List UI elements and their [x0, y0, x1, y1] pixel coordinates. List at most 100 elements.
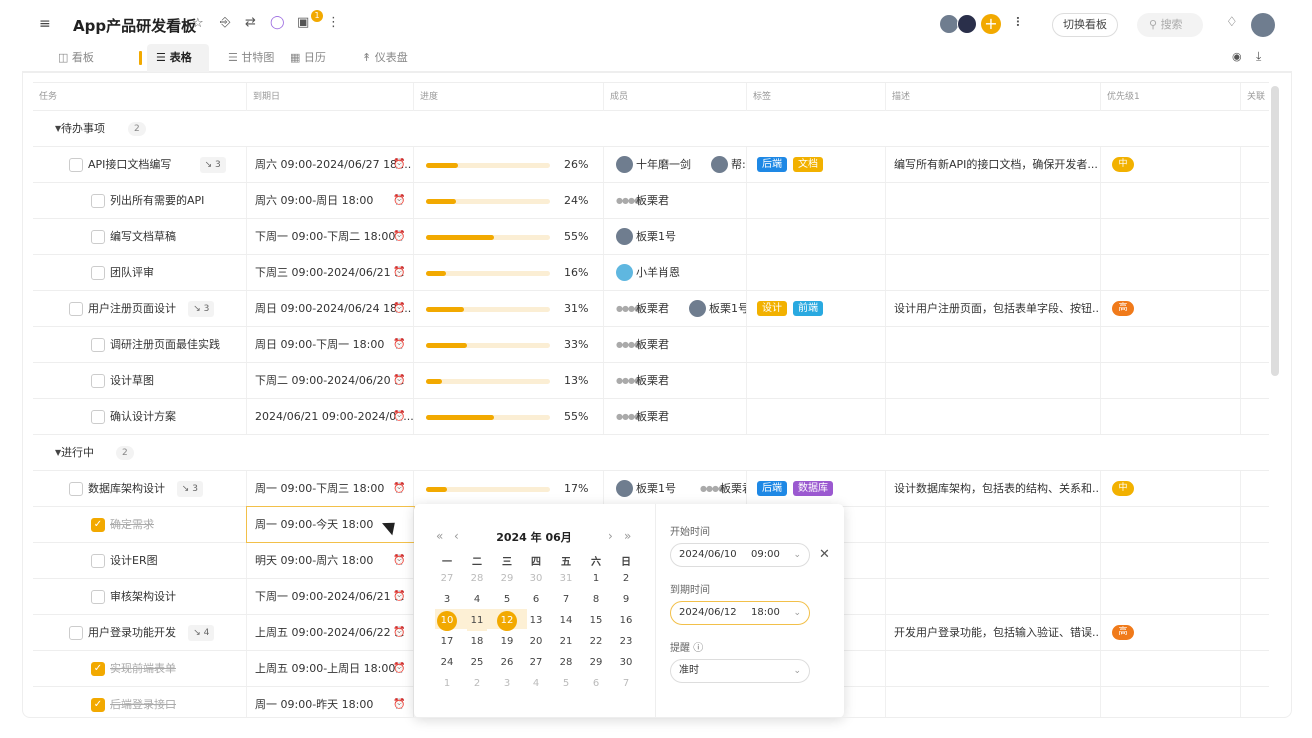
table-cell[interactable]: 周一 09:00-下周三 18:00 ⏰ [247, 471, 414, 506]
table-row[interactable]: 确认设计方案 2024/06/21 09:00-2024/06... ⏰ 55% ●●●… [33, 399, 1269, 435]
table-cell[interactable]: 33% [414, 327, 604, 362]
task-checkbox[interactable] [91, 194, 105, 208]
calendar-day[interactable]: 16 [616, 611, 636, 631]
task-name[interactable]: 列出所有需要的API [110, 183, 204, 218]
tab-gantt[interactable]: ☰ 甘特图 [228, 49, 274, 65]
calendar-day[interactable]: 23 [616, 632, 636, 652]
calendar-day[interactable]: 3 [437, 590, 457, 610]
reminder-select[interactable]: 准时 ⌄ [670, 659, 810, 683]
table-cell[interactable]: 审核架构设计 [33, 579, 247, 614]
table-row[interactable]: API接口文档编写 ↘ 3 周六 09:00-2024/06/27 18:... ⏰ 2… [33, 147, 1269, 183]
table-cell[interactable]: 2024/06/21 09:00-2024/06... ⏰ [247, 399, 414, 434]
task-name[interactable]: 实现前端表单 [110, 651, 176, 686]
table-cell[interactable]: 设计草图 [33, 363, 247, 398]
subtask-count[interactable]: ↘ 3 [176, 481, 203, 497]
table-cell[interactable] [1241, 399, 1269, 434]
table-cell[interactable]: 周一 09:00-昨天 18:00 ⏰ [247, 687, 414, 718]
table-cell[interactable]: 下周三 09:00-2024/06/21 ... ⏰ [247, 255, 414, 290]
description-text[interactable]: 编写所有新API的接口文档，确保开发者... [894, 158, 1098, 171]
search-input[interactable]: ⚲ 搜索 [1137, 13, 1203, 37]
table-cell[interactable]: 高 [1101, 615, 1241, 650]
calendar-day[interactable]: 4 [467, 590, 487, 610]
tab-kanban[interactable]: ◫ 看板 [58, 49, 94, 65]
calendar-day[interactable]: 20 [526, 632, 546, 652]
table-cell[interactable] [1241, 615, 1269, 650]
priority-badge[interactable]: 中 [1112, 481, 1134, 496]
calendar-day[interactable]: 12 [497, 611, 517, 631]
table-cell[interactable] [747, 399, 886, 434]
task-checkbox[interactable]: ✓ [91, 518, 105, 532]
next-year-icon[interactable]: » [624, 529, 631, 543]
calendar-day[interactable]: 30 [616, 653, 636, 673]
shirt-icon[interactable]: ◯ [270, 15, 285, 30]
task-name[interactable]: 确定需求 [110, 507, 154, 542]
table-cell[interactable]: 上周五 09:00-2024/06/22 ... ⏰ [247, 615, 414, 650]
avatar[interactable] [957, 14, 977, 34]
due-date-text[interactable]: 周一 09:00-今天 18:00 [255, 518, 373, 531]
calendar-day[interactable]: 17 [437, 632, 457, 652]
table-row[interactable]: 用户注册页面设计 ↘ 3 周日 09:00-2024/06/24 18:... ⏰ 31… [33, 291, 1269, 327]
task-checkbox[interactable]: ✓ [91, 698, 105, 712]
task-name[interactable]: 调研注册页面最佳实践 [110, 327, 220, 362]
table-cell[interactable]: 数据库架构设计 ↘ 3 [33, 471, 247, 506]
table-cell[interactable] [886, 255, 1101, 290]
task-checkbox[interactable] [69, 302, 83, 316]
table-cell[interactable] [1101, 399, 1241, 434]
table-cell[interactable] [1241, 543, 1269, 578]
switch-board-button[interactable]: 切换看板 [1052, 13, 1118, 37]
calendar-day[interactable]: 27 [526, 653, 546, 673]
table-cell[interactable] [886, 507, 1101, 542]
table-cell[interactable] [886, 363, 1101, 398]
due-date-text[interactable]: 下周二 09:00-2024/06/20 ... [255, 374, 405, 387]
subtask-count[interactable]: ↘ 4 [188, 625, 215, 641]
task-checkbox[interactable] [91, 410, 105, 424]
col-tags[interactable]: 标签 [747, 83, 886, 111]
task-name[interactable]: 设计草图 [110, 363, 154, 398]
col-desc[interactable]: 描述 [886, 83, 1101, 111]
table-cell[interactable]: ✓ 确定需求 [33, 507, 247, 542]
table-cell[interactable]: 下周二 09:00-2024/06/20 ... ⏰ [247, 363, 414, 398]
table-cell[interactable]: 设计用户注册页面，包括表单字段、按钮... [886, 291, 1101, 326]
table-row[interactable]: 编写文档草稿 下周一 09:00-下周二 18:00 ⏰ 55% 板栗1号 [33, 219, 1269, 255]
table-cell[interactable]: ●●●● 板栗君 [604, 363, 747, 398]
table-cell[interactable] [886, 219, 1101, 254]
task-checkbox[interactable]: ✓ [91, 662, 105, 676]
table-cell[interactable]: 中 [1101, 147, 1241, 182]
table-cell[interactable]: 编写文档草稿 [33, 219, 247, 254]
col-progress[interactable]: 进度 [414, 83, 604, 111]
task-name[interactable]: 设计ER图 [110, 543, 158, 578]
calendar-day[interactable]: 7 [556, 590, 576, 610]
more-icon[interactable]: ⋮ [327, 15, 340, 30]
priority-badge[interactable]: 高 [1112, 301, 1134, 316]
download-icon[interactable]: ⤓ [1256, 49, 1261, 64]
calendar-day[interactable]: 1 [586, 569, 606, 589]
due-date-text[interactable]: 周六 09:00-2024/06/27 18:... [255, 158, 411, 171]
table-cell[interactable]: 周六 09:00-周日 18:00 ⏰ [247, 183, 414, 218]
table-cell[interactable]: 31% [414, 291, 604, 326]
table-cell[interactable]: 17% [414, 471, 604, 506]
table-cell[interactable]: 编写所有新API的接口文档，确保开发者... [886, 147, 1101, 182]
table-cell[interactable] [1101, 543, 1241, 578]
col-due[interactable]: 到期日 [247, 83, 414, 111]
table-cell[interactable] [1101, 363, 1241, 398]
calendar-day[interactable]: 14 [556, 611, 576, 631]
table-cell[interactable] [747, 327, 886, 362]
calendar-day[interactable]: 28 [556, 653, 576, 673]
calendar-day[interactable]: 1 [437, 674, 457, 694]
calendar-day[interactable]: 4 [526, 674, 546, 694]
col-relation[interactable]: 关联 [1241, 83, 1269, 111]
table-cell[interactable] [1241, 579, 1269, 614]
due-date-text[interactable]: 周一 09:00-下周三 18:00 [255, 482, 384, 495]
task-name[interactable]: API接口文档编写 [88, 147, 171, 182]
calendar-day[interactable]: 26 [497, 653, 517, 673]
lock-icon[interactable]: ⎆ [220, 15, 230, 30]
table-cell[interactable] [1241, 291, 1269, 326]
table-cell[interactable]: 下周一 09:00-2024/06/21 ... ⏰ [247, 579, 414, 614]
table-cell[interactable] [747, 219, 886, 254]
task-checkbox[interactable] [91, 230, 105, 244]
table-cell[interactable]: 开发用户登录功能，包括输入验证、错误... [886, 615, 1101, 650]
calendar-day[interactable]: 2 [467, 674, 487, 694]
table-cell[interactable]: ✓ 后端登录接口 [33, 687, 247, 718]
table-cell[interactable] [1101, 687, 1241, 718]
table-cell[interactable]: 26% [414, 147, 604, 182]
